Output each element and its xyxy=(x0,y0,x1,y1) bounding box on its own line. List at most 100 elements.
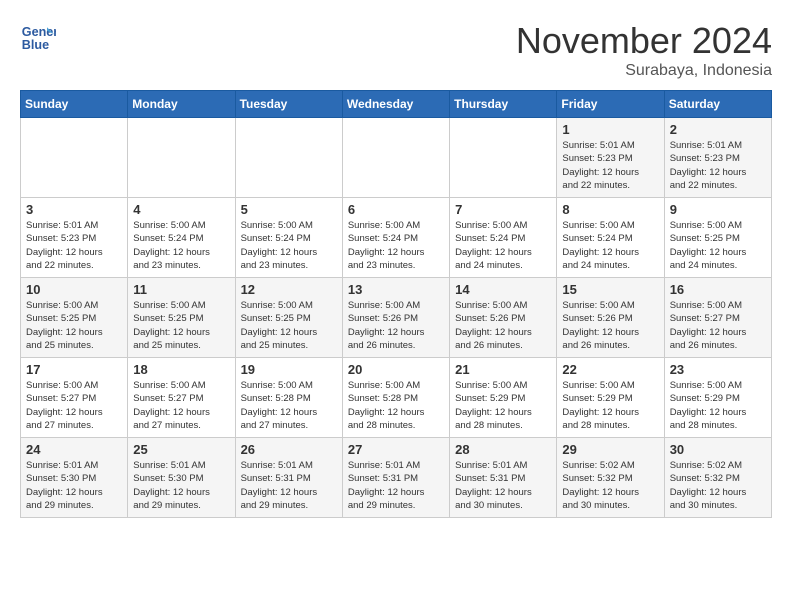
day-info: Sunrise: 5:00 AM Sunset: 5:27 PM Dayligh… xyxy=(133,379,229,432)
day-number: 22 xyxy=(562,362,658,377)
day-info: Sunrise: 5:00 AM Sunset: 5:24 PM Dayligh… xyxy=(348,219,444,272)
day-info: Sunrise: 5:00 AM Sunset: 5:27 PM Dayligh… xyxy=(670,299,766,352)
day-info: Sunrise: 5:00 AM Sunset: 5:26 PM Dayligh… xyxy=(562,299,658,352)
location: Surabaya, Indonesia xyxy=(516,62,772,80)
day-info: Sunrise: 5:00 AM Sunset: 5:24 PM Dayligh… xyxy=(562,219,658,272)
day-number: 14 xyxy=(455,282,551,297)
day-info: Sunrise: 5:01 AM Sunset: 5:23 PM Dayligh… xyxy=(670,139,766,192)
calendar-cell-w0-d3 xyxy=(342,118,449,198)
header-sunday: Sunday xyxy=(21,91,128,118)
calendar-cell-w3-d2: 19Sunrise: 5:00 AM Sunset: 5:28 PM Dayli… xyxy=(235,358,342,438)
logo: General Blue xyxy=(20,20,56,56)
day-info: Sunrise: 5:00 AM Sunset: 5:25 PM Dayligh… xyxy=(26,299,122,352)
calendar-header: Sunday Monday Tuesday Wednesday Thursday… xyxy=(21,91,772,118)
day-number: 16 xyxy=(670,282,766,297)
day-number: 29 xyxy=(562,442,658,457)
day-number: 19 xyxy=(241,362,337,377)
day-number: 4 xyxy=(133,202,229,217)
day-number: 9 xyxy=(670,202,766,217)
day-number: 27 xyxy=(348,442,444,457)
day-info: Sunrise: 5:00 AM Sunset: 5:25 PM Dayligh… xyxy=(133,299,229,352)
month-title: November 2024 xyxy=(516,20,772,62)
calendar-cell-w1-d1: 4 Sunrise: 5:00 AM Sunset: 5:24 PM Daylig… xyxy=(128,198,235,278)
day-number: 24 xyxy=(26,442,122,457)
calendar-cell-w4-d3: 27 Sunrise: 5:01 AM Sunset: 5:31 PM Dayli… xyxy=(342,438,449,518)
day-info: Sunrise: 5:01 AM Sunset: 5:31 PM Dayligh… xyxy=(455,459,551,512)
day-info: Sunrise: 5:01 AM Sunset: 5:30 PM Dayligh… xyxy=(26,459,122,512)
calendar-cell-w1-d0: 3 Sunrise: 5:01 AM Sunset: 5:23 PM Daylig… xyxy=(21,198,128,278)
calendar-cell-w3-d4: 21 Sunrise: 5:00 AM Sunset: 5:29 PM Dayli… xyxy=(450,358,557,438)
calendar-cell-w0-d2 xyxy=(235,118,342,198)
day-number: 3 xyxy=(26,202,122,217)
day-number: 23 xyxy=(670,362,766,377)
header-thursday: Thursday xyxy=(450,91,557,118)
calendar-cell-w4-d1: 25Sunrise: 5:01 AM Sunset: 5:30 PM Dayli… xyxy=(128,438,235,518)
day-info: Sunrise: 5:00 AM Sunset: 5:25 PM Dayligh… xyxy=(670,219,766,272)
day-info: Sunrise: 5:00 AM Sunset: 5:24 PM Dayligh… xyxy=(133,219,229,272)
calendar-week-3: 17 Sunrise: 5:00 AM Sunset: 5:27 PM Dayli… xyxy=(21,358,772,438)
day-number: 21 xyxy=(455,362,551,377)
calendar-cell-w4-d0: 24 Sunrise: 5:01 AM Sunset: 5:30 PM Dayli… xyxy=(21,438,128,518)
calendar-cell-w3-d0: 17Sunrise: 5:00 AM Sunset: 5:27 PM Dayli… xyxy=(21,358,128,438)
calendar-cell-w3-d5: 22 Sunrise: 5:00 AM Sunset: 5:29 PM Dayli… xyxy=(557,358,664,438)
calendar-cell-w1-d6: 9 Sunrise: 5:00 AM Sunset: 5:25 PM Daylig… xyxy=(664,198,771,278)
day-number: 13 xyxy=(348,282,444,297)
calendar-body: 1 Sunrise: 5:01 AM Sunset: 5:23 PM Daylig… xyxy=(21,118,772,518)
calendar-cell-w4-d2: 26Sunrise: 5:01 AM Sunset: 5:31 PM Dayli… xyxy=(235,438,342,518)
day-number: 17 xyxy=(26,362,122,377)
day-info: Sunrise: 5:00 AM Sunset: 5:29 PM Dayligh… xyxy=(670,379,766,432)
day-info: Sunrise: 5:00 AM Sunset: 5:24 PM Dayligh… xyxy=(455,219,551,272)
calendar-cell-w1-d4: 7 Sunrise: 5:00 AM Sunset: 5:24 PM Daylig… xyxy=(450,198,557,278)
title-block: November 2024 Surabaya, Indonesia xyxy=(516,20,772,80)
day-info: Sunrise: 5:01 AM Sunset: 5:23 PM Dayligh… xyxy=(562,139,658,192)
day-number: 18 xyxy=(133,362,229,377)
calendar-week-1: 3 Sunrise: 5:01 AM Sunset: 5:23 PM Daylig… xyxy=(21,198,772,278)
day-number: 20 xyxy=(348,362,444,377)
calendar-cell-w3-d6: 23 Sunrise: 5:00 AM Sunset: 5:29 PM Dayli… xyxy=(664,358,771,438)
day-info: Sunrise: 5:02 AM Sunset: 5:32 PM Dayligh… xyxy=(562,459,658,512)
svg-text:Blue: Blue xyxy=(22,38,49,52)
calendar-cell-w2-d5: 15Sunrise: 5:00 AM Sunset: 5:26 PM Dayli… xyxy=(557,278,664,358)
header-saturday: Saturday xyxy=(664,91,771,118)
day-number: 11 xyxy=(133,282,229,297)
calendar-cell-w2-d3: 13 Sunrise: 5:00 AM Sunset: 5:26 PM Dayli… xyxy=(342,278,449,358)
calendar-cell-w2-d4: 14Sunrise: 5:00 AM Sunset: 5:26 PM Dayli… xyxy=(450,278,557,358)
calendar-cell-w0-d0 xyxy=(21,118,128,198)
calendar-cell-w2-d0: 10 Sunrise: 5:00 AM Sunset: 5:25 PM Dayli… xyxy=(21,278,128,358)
day-number: 7 xyxy=(455,202,551,217)
calendar-cell-w4-d5: 29 Sunrise: 5:02 AM Sunset: 5:32 PM Dayli… xyxy=(557,438,664,518)
calendar-cell-w3-d3: 20 Sunrise: 5:00 AM Sunset: 5:28 PM Dayli… xyxy=(342,358,449,438)
header-tuesday: Tuesday xyxy=(235,91,342,118)
day-info: Sunrise: 5:00 AM Sunset: 5:25 PM Dayligh… xyxy=(241,299,337,352)
day-info: Sunrise: 5:02 AM Sunset: 5:32 PM Dayligh… xyxy=(670,459,766,512)
day-number: 25 xyxy=(133,442,229,457)
day-number: 12 xyxy=(241,282,337,297)
calendar-cell-w2-d6: 16 Sunrise: 5:00 AM Sunset: 5:27 PM Dayli… xyxy=(664,278,771,358)
day-number: 10 xyxy=(26,282,122,297)
page-header: General Blue November 2024 Surabaya, Ind… xyxy=(20,20,772,80)
day-number: 8 xyxy=(562,202,658,217)
calendar-week-2: 10 Sunrise: 5:00 AM Sunset: 5:25 PM Dayli… xyxy=(21,278,772,358)
day-info: Sunrise: 5:00 AM Sunset: 5:28 PM Dayligh… xyxy=(348,379,444,432)
day-info: Sunrise: 5:01 AM Sunset: 5:23 PM Dayligh… xyxy=(26,219,122,272)
calendar-cell-w4-d4: 28Sunrise: 5:01 AM Sunset: 5:31 PM Dayli… xyxy=(450,438,557,518)
calendar-cell-w1-d5: 8 Sunrise: 5:00 AM Sunset: 5:24 PM Daylig… xyxy=(557,198,664,278)
day-number: 6 xyxy=(348,202,444,217)
day-number: 30 xyxy=(670,442,766,457)
day-info: Sunrise: 5:00 AM Sunset: 5:29 PM Dayligh… xyxy=(455,379,551,432)
calendar-table: Sunday Monday Tuesday Wednesday Thursday… xyxy=(20,90,772,518)
day-info: Sunrise: 5:00 AM Sunset: 5:26 PM Dayligh… xyxy=(348,299,444,352)
calendar-cell-w0-d6: 2Sunrise: 5:01 AM Sunset: 5:23 PM Daylig… xyxy=(664,118,771,198)
day-info: Sunrise: 5:01 AM Sunset: 5:31 PM Dayligh… xyxy=(348,459,444,512)
calendar-cell-w0-d4 xyxy=(450,118,557,198)
day-number: 26 xyxy=(241,442,337,457)
calendar-cell-w0-d5: 1 Sunrise: 5:01 AM Sunset: 5:23 PM Daylig… xyxy=(557,118,664,198)
calendar-cell-w2-d2: 12 Sunrise: 5:00 AM Sunset: 5:25 PM Dayli… xyxy=(235,278,342,358)
day-info: Sunrise: 5:00 AM Sunset: 5:29 PM Dayligh… xyxy=(562,379,658,432)
calendar-week-0: 1 Sunrise: 5:01 AM Sunset: 5:23 PM Daylig… xyxy=(21,118,772,198)
calendar-cell-w1-d2: 5Sunrise: 5:00 AM Sunset: 5:24 PM Daylig… xyxy=(235,198,342,278)
day-number: 1 xyxy=(562,122,658,137)
calendar-cell-w0-d1 xyxy=(128,118,235,198)
calendar-cell-w4-d6: 30 Sunrise: 5:02 AM Sunset: 5:32 PM Dayli… xyxy=(664,438,771,518)
calendar-week-4: 24 Sunrise: 5:01 AM Sunset: 5:30 PM Dayli… xyxy=(21,438,772,518)
